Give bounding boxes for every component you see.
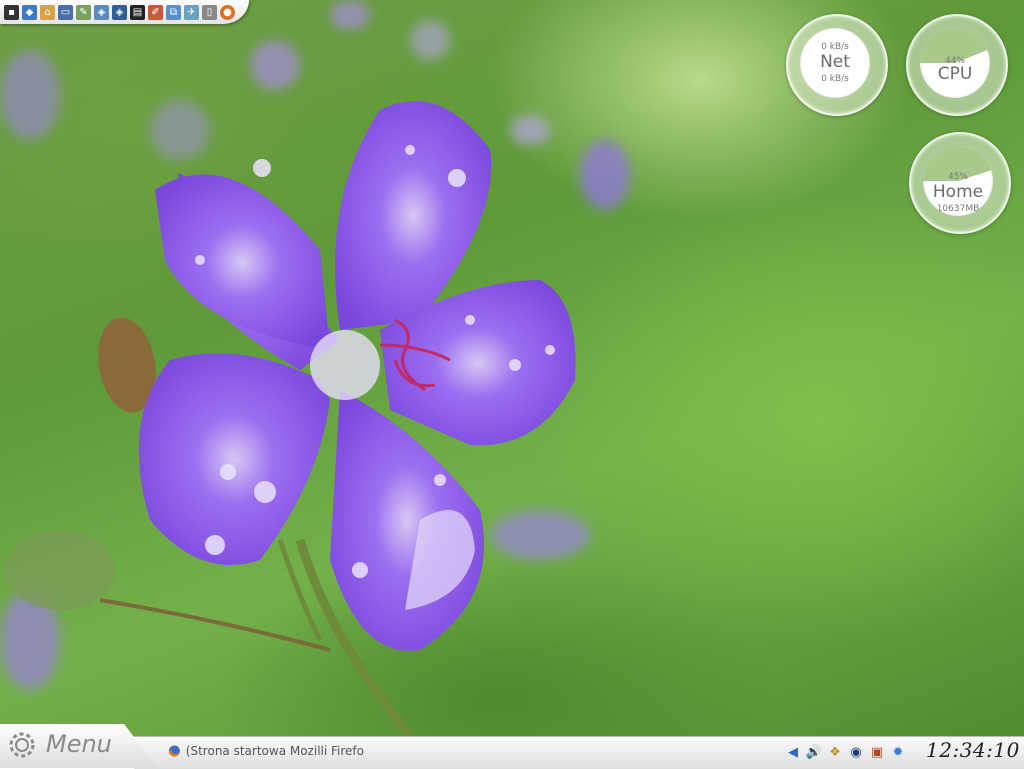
home-folder-icon[interactable]: ⌂: [40, 4, 55, 20]
home-percent: 45%: [947, 172, 968, 182]
editor-icon[interactable]: ✎: [76, 4, 91, 20]
cpu-gauge: 44% CPU: [906, 14, 1008, 116]
cpu-gauge-face: 44% CPU: [920, 28, 990, 98]
net-title: Net: [820, 52, 850, 72]
home-size: 10637MB: [936, 204, 980, 214]
home-disk-gauge: 45% Home 10637MB: [909, 132, 1011, 234]
terminal-icon[interactable]: ▪: [4, 4, 19, 20]
flower-image: [5, 101, 576, 738]
package2-icon[interactable]: ◈: [112, 4, 127, 20]
system-tray: ◀ 🔊 ❖ ◉ ▣ ✹: [784, 740, 907, 764]
net-gauge: 0 kB/s Net 0 kB/s: [786, 14, 888, 116]
arrow-left-icon[interactable]: ◀: [784, 743, 802, 761]
scanner-icon[interactable]: ✈: [184, 4, 199, 20]
net-upload-rate: 0 kB/s: [821, 42, 849, 52]
home-title: Home: [932, 182, 984, 202]
settings-icon[interactable]: ✹: [889, 743, 907, 761]
quick-launch-bar: ▪ ◆ ⌂ ▭ ✎ ◈ ◈ ▤ ✐ ⧉ ✈ ▯ ●: [0, 0, 249, 24]
kde-gear-icon: [9, 732, 35, 758]
menu-label: Menu: [46, 730, 112, 758]
package-icon[interactable]: ◈: [94, 4, 109, 20]
kontrol-icon[interactable]: ◆: [22, 4, 37, 20]
globe-icon[interactable]: ◉: [847, 743, 865, 761]
document-icon[interactable]: ▯: [202, 4, 217, 20]
calendar-icon[interactable]: ▣: [868, 743, 886, 761]
taskbar: Menu (Strona startowa Mozilli Firefo ◀ 🔊…: [0, 724, 1024, 769]
clock[interactable]: 12:34:10: [926, 738, 1022, 762]
firefox-icon[interactable]: ●: [220, 4, 235, 20]
cpu-title: CPU: [937, 64, 973, 84]
film-icon[interactable]: ▤: [130, 4, 145, 20]
volume-icon[interactable]: 🔊: [805, 743, 823, 761]
monitor-icon[interactable]: ▭: [58, 4, 73, 20]
network-icon[interactable]: ⧉: [166, 4, 181, 20]
klipper-icon[interactable]: ❖: [826, 743, 844, 761]
net-gauge-face: 0 kB/s Net 0 kB/s: [800, 28, 870, 98]
text-editor-icon[interactable]: ✐: [148, 4, 163, 20]
taskbar-task-firefox[interactable]: (Strona startowa Mozilli Firefo: [168, 739, 364, 763]
home-gauge-face: 45% Home 10637MB: [923, 146, 993, 216]
menu-button[interactable]: Menu: [0, 724, 158, 768]
firefox-icon: [168, 745, 180, 757]
task-title: (Strona startowa Mozilli Firefo: [185, 744, 364, 758]
net-download-rate: 0 kB/s: [821, 74, 849, 84]
desktop-wallpaper: [0, 0, 1024, 768]
